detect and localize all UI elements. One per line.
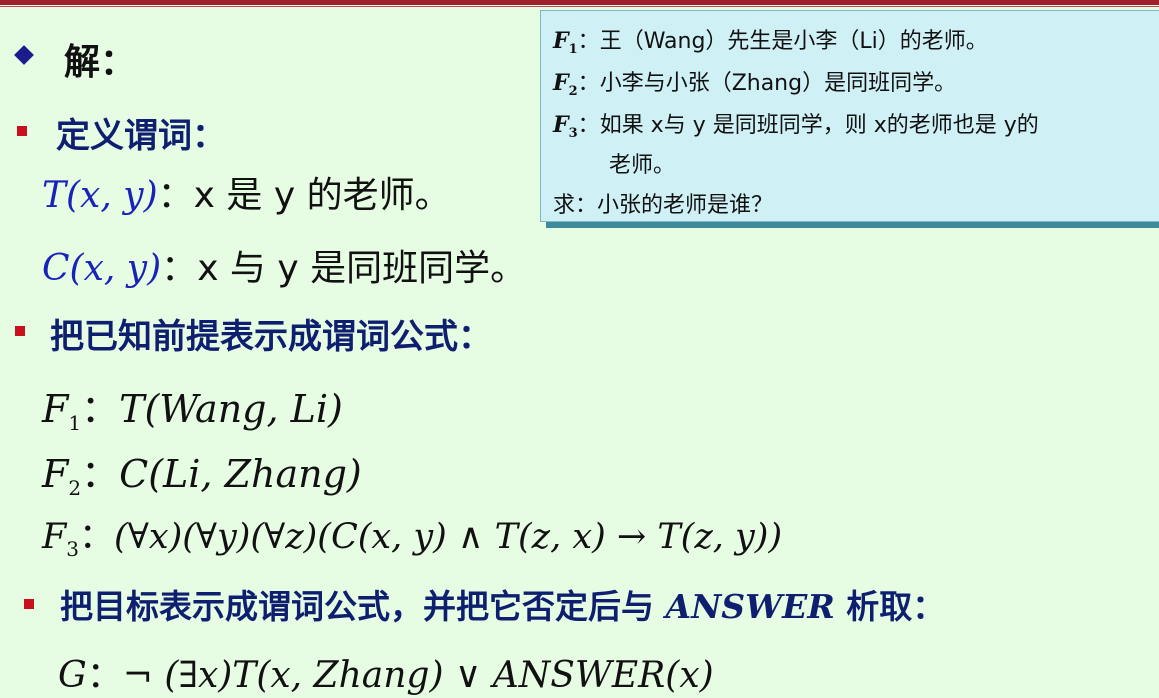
callout-question-text: 求：小张的老师是谁？ — [553, 193, 774, 218]
square-bullet-icon — [17, 126, 27, 136]
formula-expression: C(Li, Zhang) — [119, 452, 362, 496]
predicate-line-c: C(x, y)：x 与 y 是同班同学。 — [42, 239, 526, 291]
callout-label: F — [553, 70, 569, 96]
formula-index: 1 — [68, 411, 82, 435]
callout-label: F — [553, 112, 569, 138]
formula-expression: T(Wang, Li) — [119, 387, 343, 431]
formula-name: F — [42, 387, 69, 431]
top-accent-bar — [0, 0, 1159, 5]
goal-formula: G：¬ (∃x)T(x, Zhang) ∨ ANSWER(x) — [58, 646, 714, 698]
callout-label: F — [553, 28, 569, 54]
top-accent-line — [0, 6, 1159, 7]
diamond-bullet-icon — [14, 45, 34, 65]
callout-line-f3-continued: 老师。 — [609, 147, 675, 179]
callout-line-f1: F1：王（Wang）先生是小李（Li）的老师。 — [553, 23, 988, 57]
callout-index: 2 — [568, 84, 578, 99]
predicate-separator: ： — [161, 248, 198, 289]
predicate-line-t: T(x, y)：x 是 y 的老师。 — [42, 166, 451, 218]
predicate-separator: ： — [157, 175, 194, 216]
goal-heading-answer: ANSWER — [665, 587, 835, 626]
formula-name: F — [42, 517, 67, 557]
formula-name: F — [42, 452, 69, 496]
callout-index: 3 — [568, 126, 578, 141]
formula-separator: ： — [86, 655, 123, 696]
formula-separator: ： — [79, 517, 115, 557]
formula-index: 3 — [66, 537, 80, 561]
callout-text: 王（Wang）先生是小李（Li）的老师。 — [599, 29, 988, 54]
square-bullet-icon — [24, 599, 34, 609]
solution-label: 解： — [64, 42, 137, 83]
formula-separator: ： — [81, 387, 120, 431]
callout-text: 小李与小张（Zhang）是同班同学。 — [599, 71, 957, 96]
square-bullet-icon — [15, 326, 25, 336]
premises-heading: 把已知前提表示成谓词公式： — [50, 317, 492, 357]
callout-index: 1 — [568, 42, 578, 57]
formula-f2: F2：C(Li, Zhang) — [42, 443, 362, 500]
callout-separator: ： — [577, 113, 600, 138]
callout-line-f2: F2：小李与小张（Zhang）是同班同学。 — [553, 65, 956, 99]
predicate-symbol: C(x, y) — [42, 248, 162, 289]
formula-name: G — [58, 655, 87, 696]
callout-separator: ： — [577, 71, 600, 96]
formula-index: 2 — [68, 476, 82, 500]
goal-heading-prefix: 把目标表示成谓词公式，并把它否定后与 — [60, 587, 654, 626]
premises-callout-box: F1：王（Wang）先生是小李（Li）的老师。 F2：小李与小张（Zhang）是… — [540, 10, 1159, 222]
callout-separator: ： — [577, 29, 600, 54]
define-predicates-heading: 定义谓词： — [56, 116, 226, 156]
predicate-meaning: x 是 y 的老师。 — [193, 175, 451, 216]
callout-text: 如果 x与 y 是同班同学，则 x的老师也是 y的 — [599, 113, 1039, 138]
goal-heading-suffix: 析取： — [846, 587, 946, 626]
callout-question: 求：小张的老师是谁？ — [553, 187, 773, 219]
predicate-symbol: T(x, y) — [42, 175, 158, 216]
formula-f3: F3：(∀x)(∀y)(∀z)(C(x, y) ∧ T(z, x) → T(z,… — [42, 508, 782, 561]
goal-heading: 把目标表示成谓词公式，并把它否定后与 ANSWER 析取： — [60, 580, 945, 628]
predicate-meaning: x 与 y 是同班同学。 — [197, 248, 527, 289]
formula-expression: (∀x)(∀y)(∀z)(C(x, y) ∧ T(z, x) → T(z, y)… — [114, 517, 783, 557]
formula-expression: ¬ (∃x)T(x, Zhang) ∨ ANSWER(x) — [122, 655, 714, 696]
formula-f1: F1：T(Wang, Li) — [42, 378, 343, 435]
callout-text: 老师。 — [609, 153, 676, 178]
formula-separator: ： — [81, 452, 120, 496]
callout-line-f3: F3：如果 x与 y 是同班同学，则 x的老师也是 y的 — [553, 107, 1039, 141]
